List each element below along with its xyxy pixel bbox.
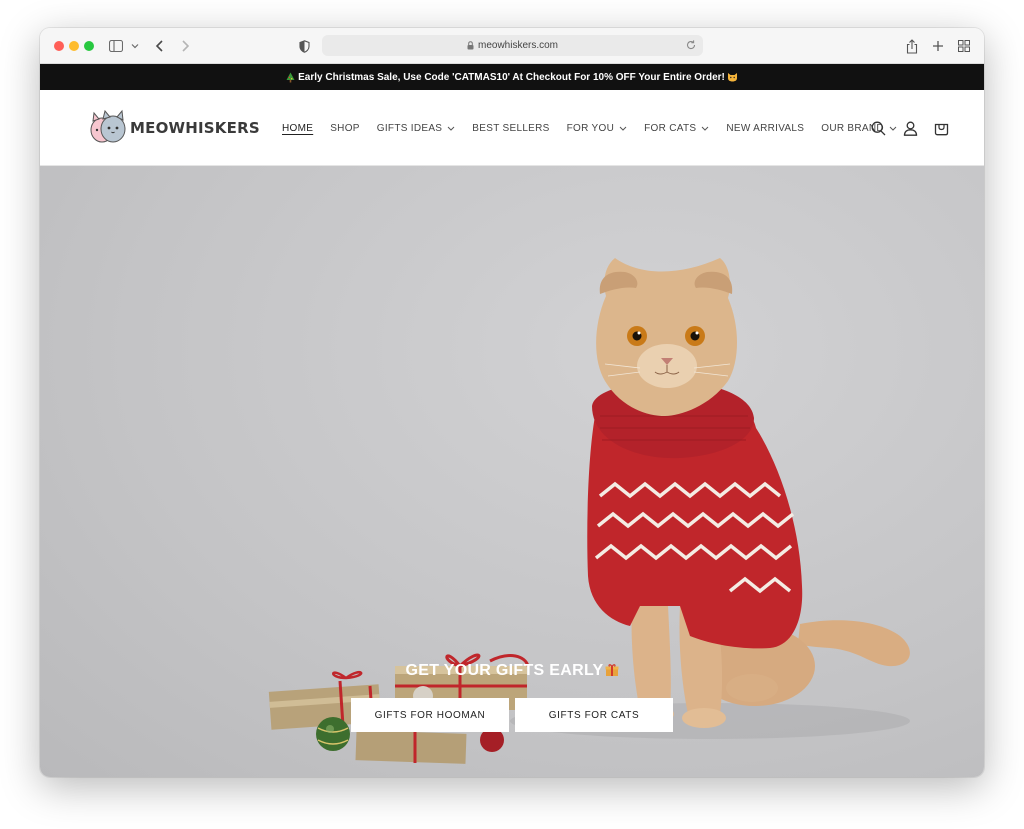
chevron-down-icon	[701, 126, 709, 131]
hero-title: GET YOUR GIFTS EARLY	[40, 662, 984, 682]
nav-for-cats-label: FOR CATS	[644, 122, 697, 134]
nav-shop-label: SHOP	[330, 122, 360, 134]
close-window-button[interactable]	[54, 41, 64, 51]
nav-home[interactable]: HOME	[282, 123, 313, 134]
gifts-for-hooman-button[interactable]: GIFTS FOR HOOMAN	[351, 698, 509, 732]
main-nav: HOME SHOP GIFTS IDEAS BEST SELLERS FOR Y…	[282, 118, 914, 138]
lock-icon	[467, 41, 474, 50]
gifts-for-cats-button[interactable]: GIFTS FOR CATS	[515, 698, 673, 732]
nav-home-label: HOME	[282, 122, 314, 134]
chevron-down-icon[interactable]	[130, 36, 140, 56]
hero-banner: GET YOUR GIFTS EARLY GIFTS FOR HOOMAN GI…	[40, 166, 984, 777]
address-bar[interactable]: meowhiskers.com	[322, 35, 703, 56]
chevron-down-icon	[889, 126, 897, 131]
gift-icon	[605, 663, 619, 682]
christmas-tree-icon	[286, 72, 295, 83]
back-icon[interactable]	[152, 36, 168, 56]
nav-for-cats[interactable]: FOR CATS	[644, 123, 709, 134]
browser-toolbar: meowhiskers.com	[40, 28, 984, 64]
nav-new-arrivals-label: NEW ARRIVALS	[726, 122, 805, 134]
share-icon[interactable]	[904, 36, 920, 56]
hero-title-text: GET YOUR GIFTS EARLY	[405, 662, 604, 679]
url-text: meowhiskers.com	[477, 40, 559, 51]
announcement-text: Early Christmas Sale, Use Code 'CATMAS10…	[298, 71, 725, 83]
cat-face-icon	[727, 72, 738, 82]
plus-icon[interactable]	[930, 36, 946, 56]
site-header: MEOWHISKERS HOME SHOP GIFTS IDEAS BEST S…	[40, 90, 984, 166]
tabs-grid-icon[interactable]	[956, 36, 972, 56]
nav-best-sellers-label: BEST SELLERS	[472, 122, 550, 134]
cart-icon[interactable]	[931, 118, 951, 138]
search-icon[interactable]	[868, 118, 888, 138]
brand-name: MEOWHISKERS	[130, 119, 260, 137]
minimize-window-button[interactable]	[69, 41, 79, 51]
browser-window: meowhiskers.com Early Christmas Sale, Us…	[40, 28, 984, 777]
zoom-window-button[interactable]	[84, 41, 94, 51]
chevron-down-icon	[447, 126, 455, 131]
shield-icon[interactable]	[296, 36, 312, 56]
nav-new-arrivals[interactable]: NEW ARRIVALS	[726, 123, 804, 134]
cat-logo-icon	[90, 109, 126, 143]
hero-image	[268, 258, 910, 764]
nav-for-you-label: FOR YOU	[566, 122, 615, 134]
brand-logo[interactable]: MEOWHISKERS	[88, 108, 260, 148]
nav-gifts-ideas[interactable]: GIFTS IDEAS	[377, 123, 456, 134]
chevron-down-icon	[619, 126, 627, 131]
announcement-bar: Early Christmas Sale, Use Code 'CATMAS10…	[40, 64, 984, 90]
sidebar-icon[interactable]	[108, 36, 124, 56]
nav-for-you[interactable]: FOR YOU	[567, 123, 627, 134]
reload-icon[interactable]	[685, 39, 697, 54]
account-icon[interactable]	[900, 118, 920, 138]
nav-shop[interactable]: SHOP	[330, 123, 360, 134]
nav-best-sellers[interactable]: BEST SELLERS	[472, 123, 549, 134]
forward-icon[interactable]	[177, 36, 193, 56]
nav-gifts-ideas-label: GIFTS IDEAS	[376, 122, 443, 134]
